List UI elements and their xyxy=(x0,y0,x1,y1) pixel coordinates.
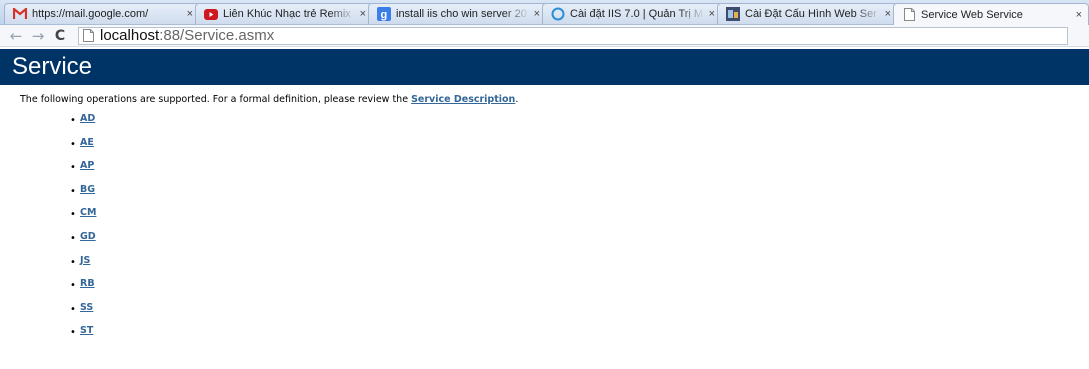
bullet-icon: • xyxy=(70,115,76,126)
reload-icon[interactable]: C xyxy=(50,27,70,45)
tab-service-web-service[interactable]: Service Web Service × xyxy=(893,3,1089,25)
service-description-link[interactable]: Service Description xyxy=(411,94,515,105)
operation-link-bg[interactable]: BG xyxy=(80,184,95,195)
bullet-icon: • xyxy=(70,256,76,268)
operation-link-ad[interactable]: AD xyxy=(80,113,95,124)
forward-arrow-icon[interactable]: → xyxy=(28,27,48,45)
tab-youtube[interactable]: Liên Khúc Nhạc trẻ Remix × xyxy=(195,3,373,24)
intro-period: . xyxy=(515,94,519,105)
intro-sentence: The following operations are supported. … xyxy=(20,94,412,105)
youtube-icon xyxy=(204,7,218,21)
tab-title: install iis cho win server 20 xyxy=(396,8,527,20)
gmail-icon xyxy=(13,7,27,21)
operations-list: • AD • AE • AP • BG • CM • GD • JS • RB • SS • ST xyxy=(0,113,1089,349)
operation-link-gd[interactable]: GD xyxy=(80,231,96,242)
list-item: • CM xyxy=(0,207,1089,231)
tab-close-icon[interactable]: × xyxy=(187,8,193,20)
page-title: Service xyxy=(12,53,93,80)
tab-close-icon[interactable]: × xyxy=(360,8,366,20)
back-arrow-icon[interactable]: ← xyxy=(6,27,26,45)
tab-title: Service Web Service xyxy=(921,8,1023,21)
browser-tab-strip: https://mail.google.com/ × Liên Khúc Nhạ… xyxy=(0,0,1089,25)
intro-text: The following operations are supported. … xyxy=(20,94,1089,105)
bullet-icon: • xyxy=(70,327,76,339)
bullet-icon: • xyxy=(70,138,76,150)
tab-iis-article[interactable]: Cài đặt IIS 7.0 | Quản Trị M × xyxy=(542,3,722,24)
browser-toolbar: ← → C localhost:88/Service.asmx xyxy=(0,25,1089,47)
list-item: • GD xyxy=(0,231,1089,255)
tab-close-icon[interactable]: × xyxy=(534,8,540,20)
list-item: • SS xyxy=(0,302,1089,326)
tab-title: Cài đặt IIS 7.0 | Quản Trị M xyxy=(570,8,704,20)
tab-close-icon[interactable]: × xyxy=(709,8,715,20)
page-icon xyxy=(902,8,916,22)
page-icon xyxy=(83,29,94,42)
operation-link-ss[interactable]: SS xyxy=(80,302,93,313)
svg-text:g: g xyxy=(381,9,388,21)
list-item: • ST xyxy=(0,325,1089,349)
bullet-icon: • xyxy=(70,232,76,244)
bullet-icon: • xyxy=(70,280,76,292)
list-item: • BG xyxy=(0,184,1089,208)
list-item: • AE xyxy=(0,137,1089,161)
tab-gmail[interactable]: https://mail.google.com/ × xyxy=(4,3,200,24)
operation-link-js[interactable]: JS xyxy=(80,255,90,266)
globe-icon xyxy=(551,7,565,21)
url-path: :88/Service.asmx xyxy=(159,27,275,44)
bullet-icon: • xyxy=(70,162,76,174)
list-item: • JS xyxy=(0,255,1089,279)
tab-title: https://mail.google.com/ xyxy=(32,8,149,20)
bullet-icon: • xyxy=(70,303,76,315)
google-icon: g xyxy=(377,7,391,21)
operation-link-cm[interactable]: CM xyxy=(80,207,96,218)
address-bar[interactable]: localhost:88/Service.asmx xyxy=(78,26,1068,45)
tab-web-config[interactable]: Cài Đặt Cấu Hình Web Ser × xyxy=(717,3,898,24)
url-host: localhost xyxy=(100,27,160,44)
operation-link-rb[interactable]: RB xyxy=(80,278,95,289)
tab-title: Cài Đặt Cấu Hình Web Ser xyxy=(745,8,877,20)
operation-link-st[interactable]: ST xyxy=(80,325,93,336)
list-item: • RB xyxy=(0,278,1089,302)
list-item: • AP xyxy=(0,160,1089,184)
site-icon xyxy=(726,7,740,21)
operation-link-ap[interactable]: AP xyxy=(80,160,94,171)
tab-title: Liên Khúc Nhạc trẻ Remix xyxy=(223,8,351,20)
operation-link-ae[interactable]: AE xyxy=(80,137,94,148)
tab-close-icon[interactable]: × xyxy=(1076,9,1082,21)
tab-google-search[interactable]: g install iis cho win server 20 × xyxy=(368,3,547,24)
bullet-icon: • xyxy=(70,185,76,197)
tab-close-icon[interactable]: × xyxy=(885,8,891,20)
page-banner: Service xyxy=(0,49,1089,85)
bullet-icon: • xyxy=(70,209,76,221)
list-item: • AD xyxy=(0,113,1089,137)
